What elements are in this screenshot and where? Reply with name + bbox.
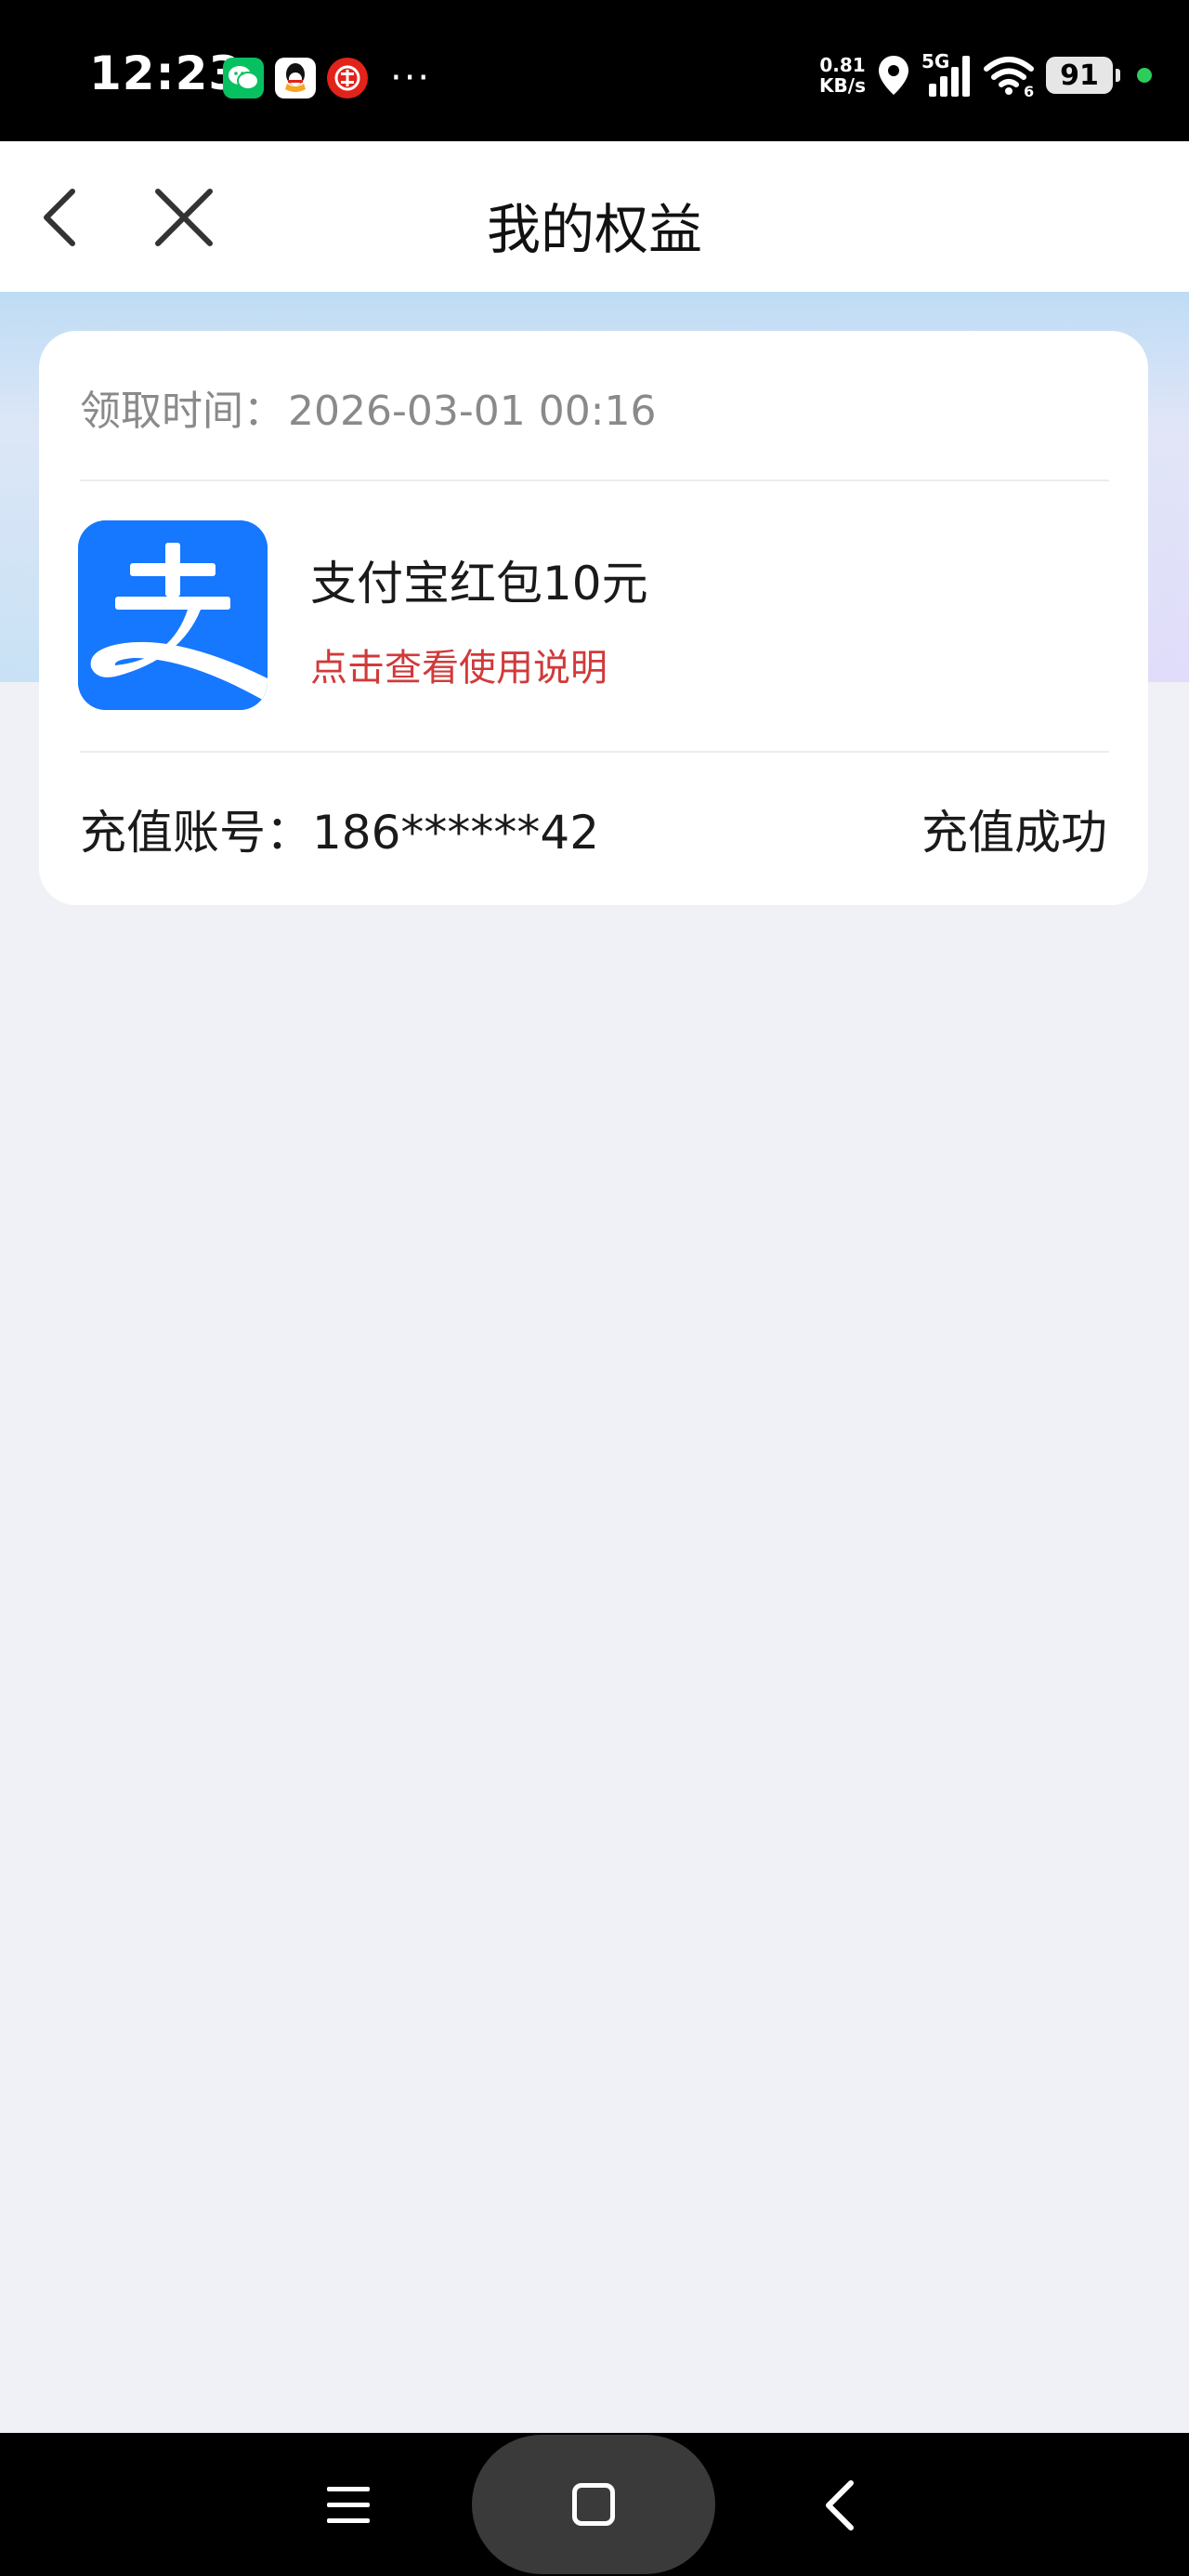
svg-text:6: 6 [1024, 83, 1034, 97]
system-nav-bar [0, 2433, 1189, 2576]
notification-icons: ··· [223, 58, 431, 99]
divider [80, 480, 1109, 481]
qq-icon [275, 58, 316, 99]
recharge-account-label: 充值账号： [80, 806, 312, 860]
claim-time-value: 2026-03-01 00:16 [288, 388, 657, 435]
back-icon[interactable] [817, 2479, 864, 2531]
battery-icon: 91 [1046, 57, 1120, 94]
alipay-logo-icon [78, 520, 268, 710]
usage-instructions-link[interactable]: 点击查看使用说明 [310, 637, 608, 691]
privacy-indicator [1137, 68, 1152, 83]
divider [80, 751, 1109, 753]
system-icons: 0.81 KB/s 5G 6 91 [819, 50, 1152, 99]
cellular-signal-icon: 5G [921, 50, 972, 99]
location-icon [879, 56, 908, 95]
benefit-name: 支付宝红包10元 [310, 557, 648, 611]
more-notifications: ··· [390, 57, 432, 99]
net-speed: 0.81 KB/s [819, 54, 866, 97]
claim-time-row: 领取时间：2026-03-01 00:16 [80, 377, 657, 437]
recharge-status: 充值成功 [921, 806, 1107, 860]
recharge-account: 充值账号：186******42 [80, 795, 599, 862]
nav-bar: 我的权益 [0, 141, 1189, 292]
wifi-icon: 6 [984, 57, 1034, 97]
status-bar: 12:23 ··· 0.81 KB/s 5G 6 91 [0, 0, 1189, 141]
bank-icon [327, 58, 368, 99]
page-title: 我的权益 [486, 198, 702, 261]
wechat-icon [223, 58, 264, 99]
home-icon[interactable] [472, 2435, 715, 2574]
benefit-card[interactable]: 领取时间：2026-03-01 00:16 支付宝红包10元 点击查看使用说明 … [39, 331, 1148, 905]
status-time: 12:23 [89, 46, 242, 100]
menu-icon[interactable] [327, 2485, 370, 2526]
recharge-account-value: 186******42 [312, 806, 600, 860]
claim-time-label: 领取时间： [80, 388, 284, 435]
screen: 12:23 ··· 0.81 KB/s 5G 6 91 我的权益 领取时间：20… [0, 0, 1189, 2576]
